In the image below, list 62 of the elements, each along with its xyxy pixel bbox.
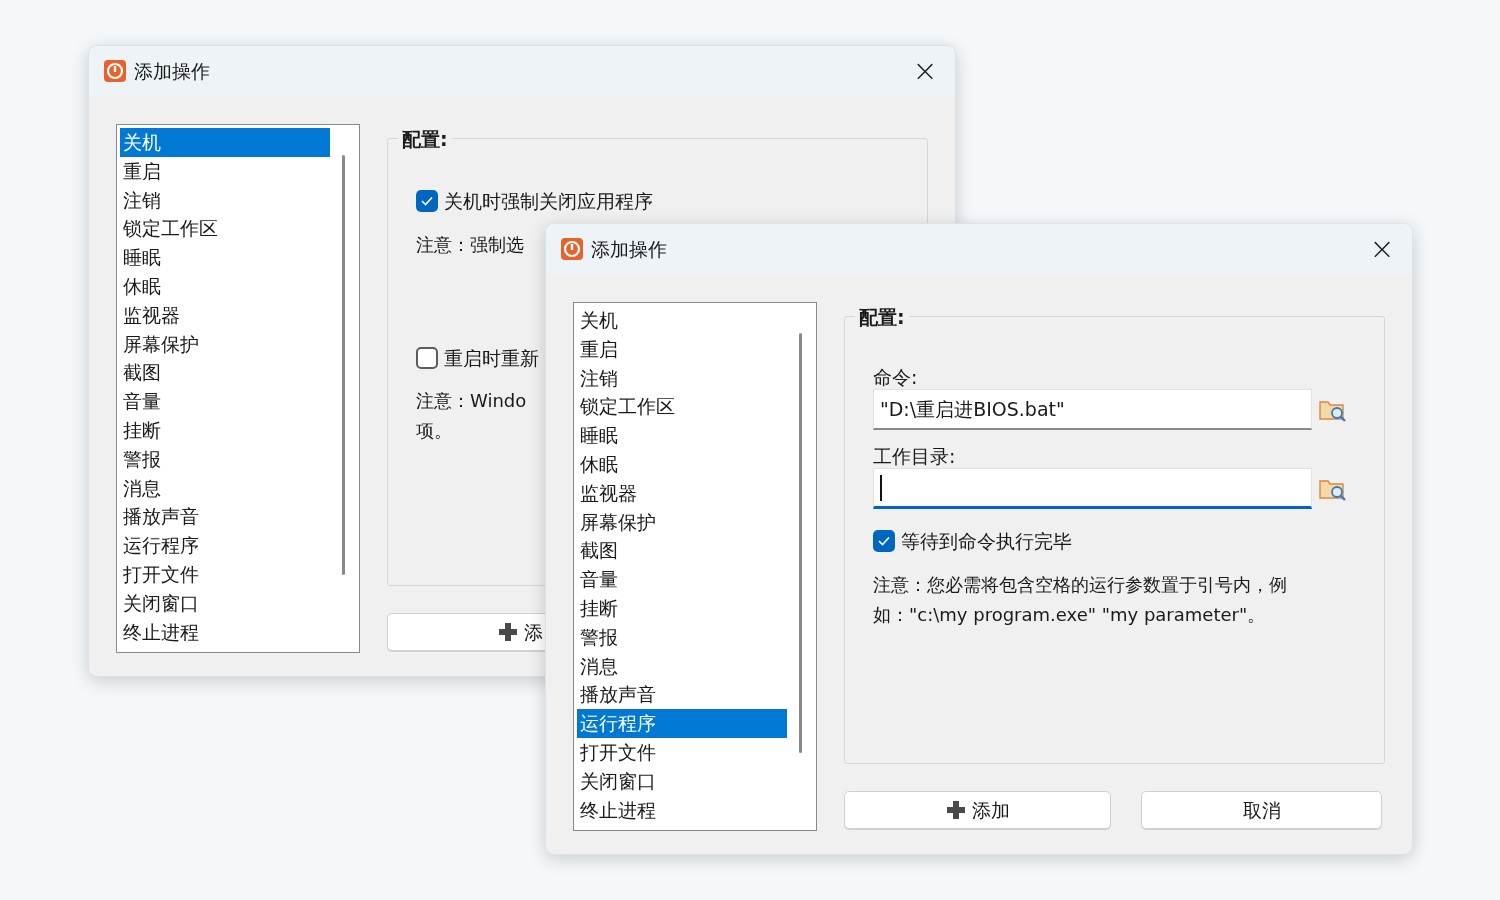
list-item[interactable]: 截图	[577, 536, 787, 566]
field-label: 命令:	[873, 365, 919, 389]
list-item[interactable]: 屏幕保护	[120, 329, 330, 359]
input-field[interactable]	[873, 468, 1312, 509]
check-icon	[421, 196, 433, 207]
scrollbar[interactable]	[798, 333, 802, 753]
list-item[interactable]: 截图	[120, 358, 330, 388]
window-title: 添加操作	[591, 236, 667, 262]
list-item[interactable]: 注销	[120, 185, 330, 215]
text-cursor	[880, 474, 882, 501]
list-item[interactable]: 音量	[577, 565, 787, 594]
note-text: 注意：Windo 项。	[416, 389, 527, 443]
input-field[interactable]: "D:\重启进BIOS.bat"	[873, 389, 1312, 430]
list-item[interactable]: 注销	[577, 363, 787, 393]
checkbox[interactable]	[416, 190, 438, 213]
list-item[interactable]: 音量	[120, 387, 330, 416]
note-text: 注意：您必需将包含空格的运行参数置于引号内，例如："c:\my program.exe" "my parameter"。	[873, 572, 1288, 627]
list-item[interactable]: 关闭窗口	[577, 766, 787, 796]
list-item[interactable]: 监视器	[577, 478, 787, 508]
list-item[interactable]: 警报	[120, 444, 330, 474]
list-item[interactable]: 锁定工作区	[120, 214, 330, 244]
list-item[interactable]: 睡眠	[120, 243, 330, 272]
close-button[interactable]: ×	[905, 53, 945, 89]
list-item[interactable]: 打开文件	[577, 737, 787, 767]
list-item[interactable]: 休眠	[120, 272, 330, 301]
list-item[interactable]: 重启	[577, 334, 787, 364]
close-button[interactable]: ×	[1362, 231, 1402, 267]
checkbox-label: 重启时重新	[444, 345, 539, 371]
list-item[interactable]: 关机	[120, 128, 330, 157]
list-item[interactable]: 监视器	[120, 300, 330, 330]
plus-icon	[945, 800, 966, 820]
list-item[interactable]: 重启	[120, 156, 330, 186]
checkbox[interactable]	[873, 530, 895, 553]
list-item[interactable]: 屏幕保护	[577, 507, 787, 537]
list-item[interactable]: 睡眠	[577, 421, 787, 450]
checkbox-label: 等待到命令执行完毕	[901, 529, 1072, 554]
list-item[interactable]: 锁定工作区	[577, 392, 787, 422]
checkbox-label: 关机时强制关闭应用程序	[444, 189, 653, 214]
note-text: 注意：强制选	[416, 232, 524, 257]
window-title: 添加操作	[134, 58, 210, 84]
field-label: 工作目录:	[873, 444, 957, 468]
add-button[interactable]: 添加	[844, 791, 1111, 829]
list-item[interactable]: 运行程序	[120, 531, 330, 560]
app-icon	[560, 237, 584, 261]
list-item[interactable]: 消息	[120, 473, 330, 503]
list-item[interactable]: 关机	[577, 306, 787, 335]
check-icon	[878, 536, 890, 547]
cancel-button[interactable]: 取消	[1141, 791, 1382, 829]
checkbox[interactable]	[416, 346, 438, 369]
list-item[interactable]: 挂断	[120, 415, 330, 445]
list-item[interactable]: 打开文件	[120, 559, 330, 589]
list-item[interactable]: 关闭窗口	[120, 588, 330, 618]
scrollbar[interactable]	[341, 155, 345, 575]
list-item[interactable]: 播放声音	[120, 502, 330, 532]
list-item[interactable]: 终止进程	[120, 617, 330, 647]
list-item[interactable]: 休眠	[577, 450, 787, 479]
list-item[interactable]: 运行程序	[577, 709, 787, 738]
app-icon	[103, 59, 127, 83]
list-item[interactable]: 终止进程	[577, 795, 787, 825]
list-item[interactable]: 消息	[577, 651, 787, 681]
list-item[interactable]: 播放声音	[577, 680, 787, 710]
plus-icon	[498, 622, 518, 642]
